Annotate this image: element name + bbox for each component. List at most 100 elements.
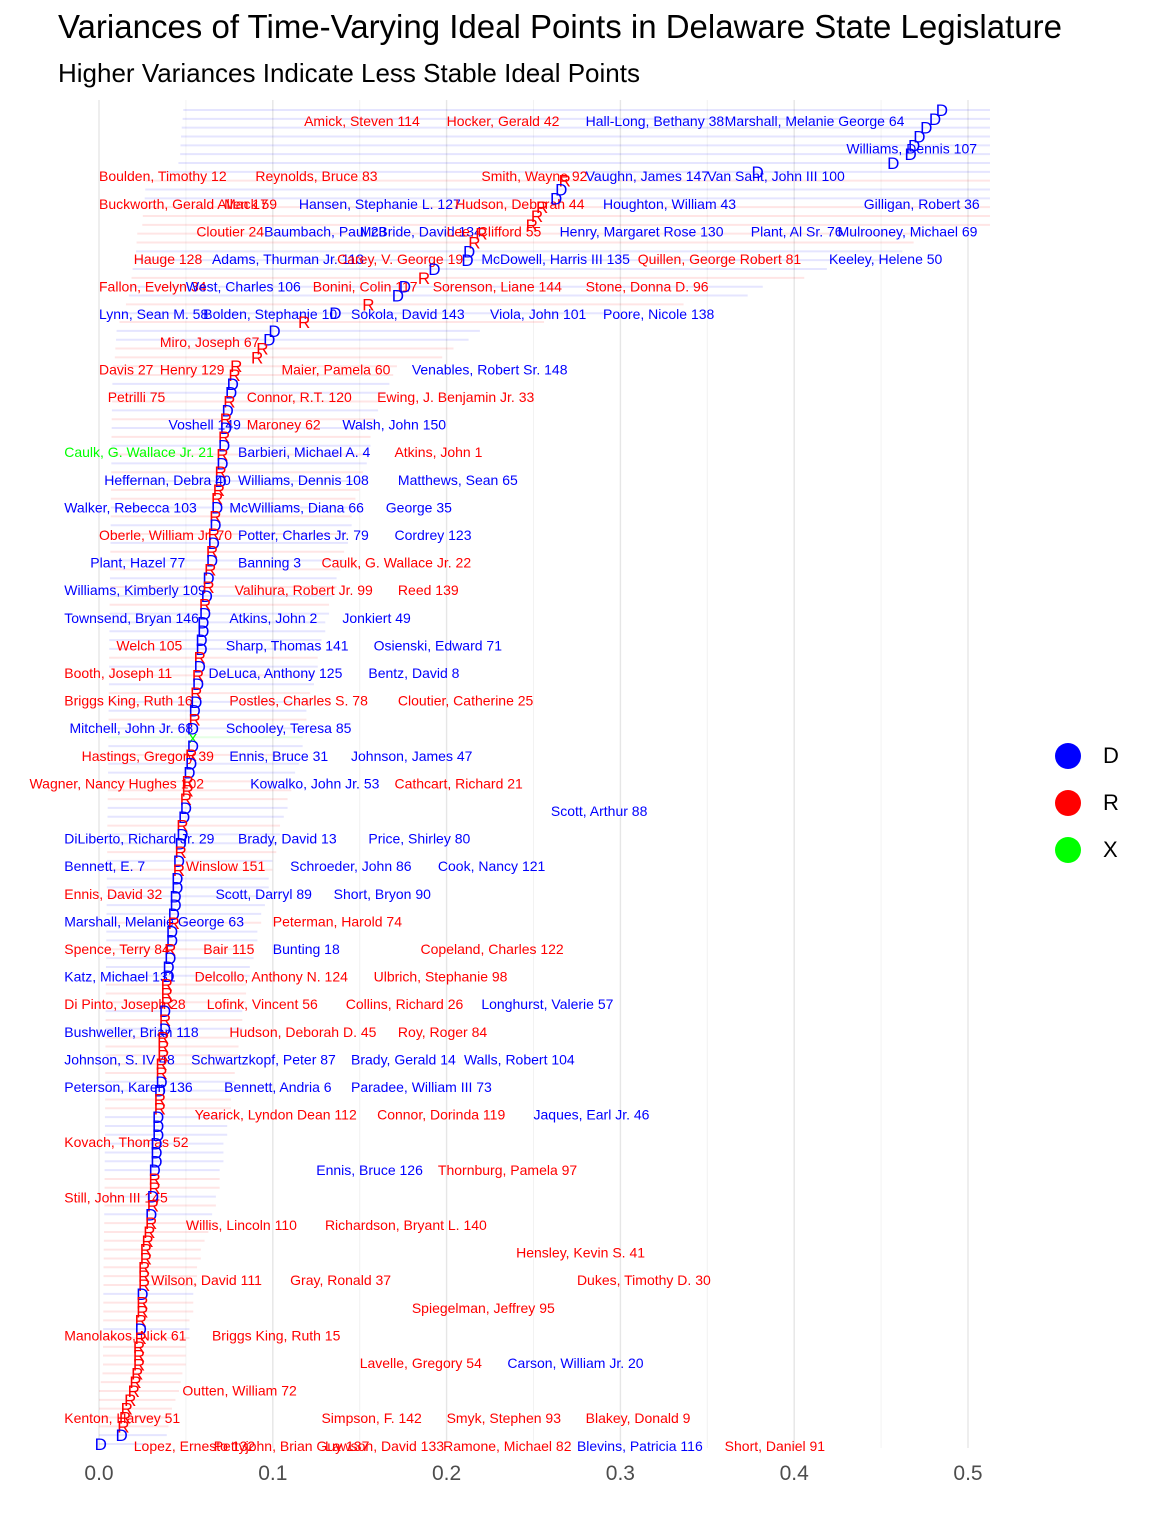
point-label: Wagner, Nancy Hughes 102	[29, 775, 204, 791]
point-label: Mitchell, John Jr. 68	[69, 720, 193, 736]
x-tick-label: 0.1	[258, 1462, 287, 1485]
x-axis-ticks: 0.0 0.1 0.2 0.3 0.4 0.5	[84, 1462, 982, 1485]
point-label: Banning 3	[238, 555, 301, 571]
point-label: Bentz, David 8	[368, 665, 459, 681]
point-label: Schroeder, John 86	[290, 858, 412, 874]
point-label: Mack 59	[224, 196, 277, 212]
point-label: Walls, Robert 104	[464, 1051, 575, 1067]
point-label: Brady, Gerald 14	[351, 1051, 456, 1067]
point-label: McDowell, Harris III 135	[481, 251, 630, 267]
point-label: Spiegelman, Jeffrey 95	[412, 1300, 555, 1316]
point-label: Ulbrich, Stephanie 98	[374, 969, 508, 985]
legend-label-d: D	[1103, 742, 1119, 768]
point-label: Valihura, Robert Jr. 99	[235, 582, 373, 598]
point-label: Ennis, Bruce 126	[316, 1162, 423, 1178]
point-label: Ramone, Michael 82	[443, 1438, 572, 1454]
point-label: Wilson, David 111	[151, 1272, 262, 1288]
point-label: Welch 105	[116, 637, 182, 653]
x-tick-label: 0.4	[780, 1462, 810, 1485]
point-label: Davis 27	[99, 361, 154, 377]
point-label: Vaughn, James 147	[586, 168, 710, 184]
point-label: Peterson, Karen 136	[64, 1079, 193, 1095]
point-label: Smyk, Stephen 93	[447, 1410, 562, 1426]
point-label: Walsh, John 150	[342, 417, 446, 433]
point-label: Miro, Joseph 67	[160, 334, 260, 350]
point-label: Kovach, Thomas 52	[64, 1134, 188, 1150]
point-label: Schooley, Teresa 85	[226, 720, 352, 736]
point-label: West, Charles 106	[186, 279, 301, 295]
point-label: Richardson, Bryant L. 140	[325, 1217, 487, 1233]
point-label: Postles, Charles S. 78	[229, 693, 368, 709]
point-label: Henry 129	[160, 361, 225, 377]
point-label: Thornburg, Pamela 97	[438, 1162, 578, 1178]
point-label: Manolakos, Nick 61	[64, 1327, 186, 1343]
point-label: Outten, William 72	[182, 1383, 297, 1399]
point-label: Collins, Richard 26	[346, 996, 464, 1012]
point-label: Caulk, G. Wallace Jr. 22	[321, 555, 471, 571]
point-label: Matthews, Sean 65	[398, 472, 518, 488]
legend: D R X	[1050, 732, 1119, 873]
point-label: Ewing, J. Benjamin Jr. 33	[377, 389, 534, 405]
point-label: Longhurst, Valerie 57	[481, 996, 613, 1012]
point-label: Stone, Donna D. 96	[586, 279, 709, 295]
point-label: Keeley, Helene 50	[829, 251, 943, 267]
point-label: Maier, Pamela 60	[281, 361, 390, 377]
point-label: Briggs King, Ruth 16	[64, 693, 193, 709]
point-label: Carey, V. George 19	[337, 251, 463, 267]
point-label: Sorenson, Liane 144	[433, 279, 562, 295]
point-marker: DGilligan, Robert 36	[905, 145, 917, 164]
point-label: Gray, Ronald 37	[290, 1272, 391, 1288]
point-label: Katz, Michael 131	[64, 969, 175, 985]
point-label: Sharp, Thomas 141	[226, 637, 349, 653]
point-marker: DWilliams, Dennis 107	[887, 154, 899, 173]
point-label: Roy, Roger 84	[398, 1024, 487, 1040]
point-label: Potter, Charles Jr. 79	[238, 527, 369, 543]
point-label: Cloutier 24	[196, 223, 264, 239]
legend-swatch-d	[1055, 742, 1081, 769]
point-label: Osienski, Edward 71	[374, 637, 503, 653]
point-label: Lavelle, Gregory 54	[360, 1355, 482, 1371]
point-label: Lofink, Vincent 56	[207, 996, 318, 1012]
point-label: Paradee, William III 73	[351, 1079, 492, 1095]
point-marker: RStone, Donna D. 96	[526, 216, 538, 235]
point-label: Gilligan, Robert 36	[864, 196, 980, 212]
point-label: McWilliams, Diana 66	[229, 499, 364, 515]
point-label: Scott, Arthur 88	[551, 803, 648, 819]
point-label: Connor, R.T. 120	[247, 389, 352, 405]
point-label: Schwartzkopf, Peter 87	[191, 1051, 336, 1067]
point-label: Marshall, Melanie George 64	[725, 113, 905, 129]
point-label: George 35	[386, 499, 452, 515]
point-label: Henry, Margaret Rose 130	[560, 223, 724, 239]
x-tick-label: 0.0	[84, 1462, 113, 1485]
point-label: Blevins, Patricia 116	[577, 1438, 703, 1454]
point-label: Williams, Kimberly 109	[64, 582, 206, 598]
point-label: Winslow 151	[186, 858, 266, 874]
point-labels: Amick, Steven 114 Hocker, Gerald 42 Hall-L…	[29, 113, 979, 1454]
point-marker: DBlevins, Patricia 116	[115, 1426, 127, 1445]
point-label: Bunting 18	[273, 941, 340, 957]
point-label: Hensley, Kevin S. 41	[516, 1245, 645, 1261]
point-label: Reed 139	[398, 582, 459, 598]
legend-label-r: R	[1103, 789, 1119, 815]
point-marker: RAmick, Steven 114	[298, 313, 310, 332]
point-label: Reynolds, Bruce 83	[255, 168, 377, 184]
point-label: Amick, Steven 114	[304, 113, 420, 129]
point-label: Cook, Nancy 121	[438, 858, 546, 874]
point-label: Hauge 128	[134, 251, 203, 267]
point-label: DeLuca, Anthony 125	[208, 665, 342, 681]
point-label: Connor, Dorinda 119	[377, 1107, 505, 1123]
point-label: Kowalko, John Jr. 53	[250, 775, 379, 791]
point-marker: RSorenson, Liane 144	[418, 269, 430, 288]
point-marker: DShort, Daniel 91	[95, 1435, 107, 1454]
legend-item-x: X	[1050, 826, 1119, 873]
point-label: Townsend, Bryan 146	[64, 610, 199, 626]
point-label: Cloutier, Catherine 25	[398, 693, 534, 709]
point-label: Delcollo, Anthony N. 124	[195, 969, 349, 985]
point-label: Barbieri, Michael A. 4	[238, 444, 370, 460]
x-tick-label: 0.5	[953, 1462, 982, 1485]
point-marker: DHoughton, William 43	[752, 163, 764, 182]
point-label: Peterman, Harold 74	[273, 913, 402, 929]
point-label: Mulrooney, Michael 69	[838, 223, 978, 239]
point-label: Cathcart, Richard 21	[394, 775, 523, 791]
point-label: Boulden, Timothy 12	[99, 168, 227, 184]
